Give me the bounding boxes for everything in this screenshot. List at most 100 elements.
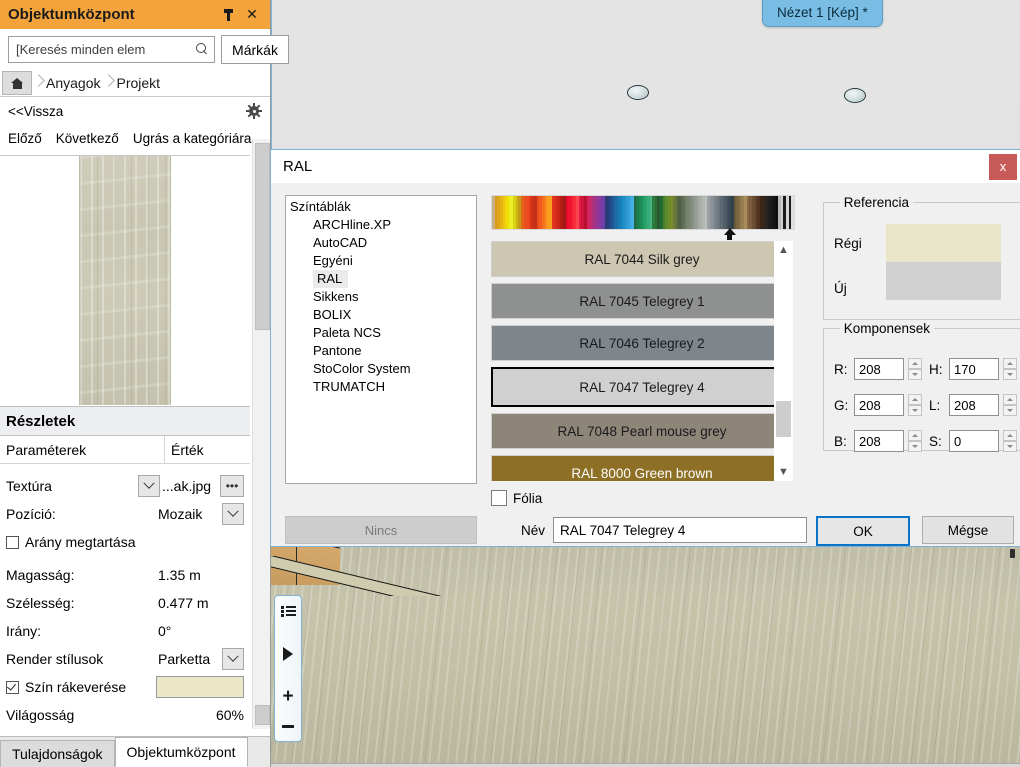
color-blend-checkbox[interactable] [6, 680, 19, 694]
viewport-toolbar[interactable]: + [274, 595, 302, 742]
scrollbar-thumb[interactable] [255, 143, 270, 330]
component-stepper[interactable] [908, 430, 922, 452]
scrollbar-thumb-lower[interactable] [255, 705, 270, 725]
detail-row-color-blend[interactable]: Szín rákeverése [0, 673, 250, 701]
swatch-item[interactable]: RAL 8000 Green brown [491, 455, 793, 481]
render-style-dropdown-icon[interactable] [222, 648, 244, 670]
keep-ratio-checkbox[interactable] [6, 535, 19, 549]
stepper-up-icon[interactable] [908, 394, 922, 405]
list-icon[interactable] [275, 596, 301, 626]
nav-next[interactable]: Következő [56, 131, 119, 146]
component-stepper[interactable] [1003, 394, 1017, 416]
stepper-up-icon[interactable] [1003, 358, 1017, 369]
stepper-down-icon[interactable] [1003, 441, 1017, 452]
component-input[interactable] [949, 430, 999, 452]
scroll-down-icon[interactable]: ▼ [774, 463, 793, 481]
strip-color-band[interactable] [791, 196, 794, 229]
stepper-up-icon[interactable] [1003, 394, 1017, 405]
breadcrumb-item-materials[interactable]: Anyagok [44, 75, 102, 91]
component-field-b[interactable]: B: [834, 430, 922, 452]
palette-item-ral[interactable]: RAL [286, 270, 476, 288]
color-spectrum-strip[interactable] [491, 195, 795, 230]
color-strip-area[interactable] [491, 195, 795, 240]
detail-row-texture[interactable]: Textúra ...ak.jpg ••• [0, 472, 250, 500]
ral-swatch-list[interactable]: RAL 7044 Silk grey RAL 7045 Telegrey 1 RAL… [491, 241, 793, 481]
stepper-up-icon[interactable] [1003, 430, 1017, 441]
back-link[interactable]: <<Vissza [8, 104, 63, 119]
search-input[interactable] [14, 41, 194, 58]
component-field-s[interactable]: S: [929, 430, 1017, 452]
palette-item-trumatch[interactable]: TRUMATCH [286, 378, 476, 396]
brands-button[interactable]: Márkák [221, 35, 289, 64]
pin-icon[interactable] [216, 3, 240, 27]
component-input[interactable] [949, 358, 999, 380]
detail-row-render-style[interactable]: Render stílusok Parketta [0, 645, 250, 673]
stepper-down-icon[interactable] [908, 405, 922, 416]
color-palette-list[interactable]: Színtáblák ARCHline.XP AutoCAD Egyéni RAL Sik… [285, 195, 477, 484]
component-input[interactable] [949, 394, 999, 416]
component-field-r[interactable]: R: [834, 358, 922, 380]
palette-item-pantone[interactable]: Pantone [286, 342, 476, 360]
component-field-g[interactable]: G: [834, 394, 922, 416]
swatch-item[interactable]: RAL 7047 Telegrey 4 [491, 367, 793, 407]
zoom-out-icon[interactable] [275, 711, 301, 741]
component-input[interactable] [854, 394, 904, 416]
component-stepper[interactable] [908, 394, 922, 416]
close-icon[interactable]: ✕ [240, 3, 264, 27]
texture-dropdown-icon[interactable] [138, 475, 160, 497]
none-button[interactable]: Nincs [285, 516, 477, 544]
color-blend-swatch[interactable] [156, 676, 244, 698]
palette-item-autocad[interactable]: AutoCAD [286, 234, 476, 252]
swatch-item[interactable]: RAL 7048 Pearl mouse grey [491, 413, 793, 449]
stepper-down-icon[interactable] [908, 441, 922, 452]
swatch-item[interactable]: RAL 7045 Telegrey 1 [491, 283, 793, 319]
nav-prev[interactable]: Előző [8, 131, 42, 146]
detail-row-position[interactable]: Pozíció: Mozaik [0, 500, 250, 528]
name-input[interactable] [553, 517, 808, 543]
detail-row-keep-ratio[interactable]: Arány megtartása [0, 528, 250, 556]
swatch-item[interactable]: RAL 7046 Telegrey 2 [491, 325, 793, 361]
tab-properties[interactable]: Tulajdonságok [0, 740, 115, 767]
search-box[interactable] [8, 36, 215, 63]
tab-object-center[interactable]: Objektumközpont [114, 737, 248, 767]
dialog-close-icon[interactable]: x [989, 153, 1017, 180]
swatch-scroll-thumb[interactable] [776, 401, 791, 437]
palette-item-paleta-ncs[interactable]: Paleta NCS [286, 324, 476, 342]
component-field-l[interactable]: L: [929, 394, 1017, 416]
ok-button[interactable]: OK [816, 516, 910, 546]
stepper-down-icon[interactable] [1003, 369, 1017, 380]
swatch-list-scrollbar[interactable]: ▲ ▼ [774, 241, 793, 481]
view-tab[interactable]: Nézet 1 [Kép] * [762, 0, 883, 27]
component-stepper[interactable] [1003, 430, 1017, 452]
stepper-down-icon[interactable] [1003, 405, 1017, 416]
folia-row[interactable]: Fólia [491, 490, 542, 506]
zoom-in-icon[interactable]: + [275, 681, 301, 711]
stepper-down-icon[interactable] [908, 369, 922, 380]
folia-checkbox[interactable] [491, 490, 507, 506]
palette-item-egy-ni[interactable]: Egyéni [286, 252, 476, 270]
home-icon[interactable] [2, 71, 32, 95]
material-thumbnail[interactable] [79, 156, 171, 405]
nav-goto-category[interactable]: Ugrás a kategóriára [133, 131, 252, 146]
play-icon[interactable] [275, 626, 301, 681]
component-stepper[interactable] [1003, 358, 1017, 380]
panel-scrollbar[interactable] [252, 139, 270, 729]
component-stepper[interactable] [908, 358, 922, 380]
breadcrumb-item-project[interactable]: Projekt [114, 75, 162, 91]
component-input[interactable] [854, 358, 904, 380]
stepper-up-icon[interactable] [908, 358, 922, 369]
gear-icon[interactable] [246, 103, 262, 119]
component-input[interactable] [854, 430, 904, 452]
cancel-button[interactable]: Mégse [922, 516, 1014, 544]
search-icon[interactable] [196, 43, 209, 56]
texture-browse-button[interactable]: ••• [220, 475, 244, 497]
palette-item-bolix[interactable]: BOLIX [286, 306, 476, 324]
scroll-up-icon[interactable]: ▲ [774, 241, 793, 259]
material-preview-area[interactable] [0, 155, 250, 407]
stepper-up-icon[interactable] [908, 430, 922, 441]
palette-item-archline-xp[interactable]: ARCHline.XP [286, 216, 476, 234]
palette-item-sikkens[interactable]: Sikkens [286, 288, 476, 306]
swatch-item[interactable]: RAL 7044 Silk grey [491, 241, 793, 277]
palette-item-stocolor-system[interactable]: StoColor System [286, 360, 476, 378]
position-dropdown-icon[interactable] [222, 503, 244, 525]
